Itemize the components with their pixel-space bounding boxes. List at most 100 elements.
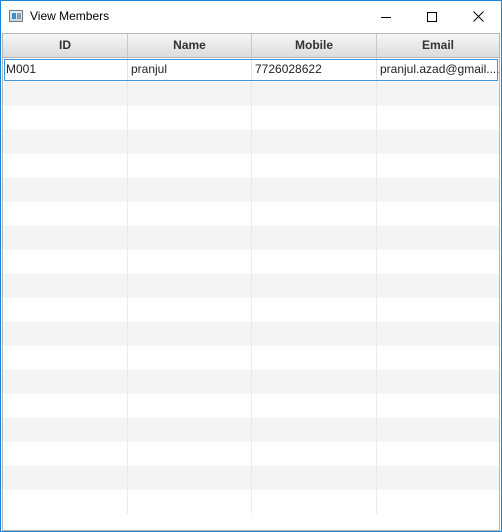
empty-cell (3, 370, 128, 394)
empty-cell (3, 298, 128, 322)
empty-table-row (3, 394, 499, 418)
empty-cell (128, 442, 252, 466)
window-title: View Members (30, 9, 110, 23)
empty-cell (3, 130, 128, 154)
column-header-mobile[interactable]: Mobile (252, 34, 377, 57)
empty-cell (128, 466, 252, 490)
empty-cell (252, 178, 377, 202)
empty-cell (377, 106, 499, 130)
cell-mobile: 7726028622 (252, 58, 377, 82)
empty-table-row (3, 178, 499, 202)
empty-table-row (3, 418, 499, 442)
empty-cell (377, 178, 499, 202)
empty-cell (3, 82, 128, 106)
empty-cell (128, 130, 252, 154)
column-header-email[interactable]: Email (377, 34, 499, 57)
column-header-id[interactable]: ID (3, 34, 128, 57)
table-header: ID Name Mobile Email (3, 34, 499, 58)
empty-cell (252, 130, 377, 154)
empty-cell (3, 250, 128, 274)
empty-cell (252, 346, 377, 370)
empty-cell (3, 226, 128, 250)
empty-cell (252, 154, 377, 178)
empty-cell (377, 442, 499, 466)
empty-cell (128, 298, 252, 322)
empty-table-row (3, 274, 499, 298)
empty-cell (3, 178, 128, 202)
empty-cell (252, 250, 377, 274)
empty-cell (377, 154, 499, 178)
empty-cell (377, 346, 499, 370)
cell-name: pranjul (128, 58, 252, 82)
empty-cell (3, 466, 128, 490)
empty-table-row (3, 82, 499, 106)
empty-cell (128, 82, 252, 106)
empty-cell (128, 322, 252, 346)
empty-cell (377, 202, 499, 226)
empty-cell (3, 442, 128, 466)
empty-cell (128, 346, 252, 370)
empty-table-row (3, 490, 499, 514)
empty-table-row (3, 370, 499, 394)
window-app-icon (9, 10, 23, 22)
empty-table-row (3, 130, 499, 154)
empty-cell (377, 226, 499, 250)
minimize-button[interactable] (363, 1, 409, 32)
empty-cell (128, 226, 252, 250)
empty-cell (377, 250, 499, 274)
empty-cell (252, 394, 377, 418)
empty-cell (252, 106, 377, 130)
empty-cell (3, 346, 128, 370)
close-button[interactable] (455, 1, 501, 32)
empty-cell (252, 490, 377, 514)
table-row[interactable]: M001 pranjul 7726028622 pranjul.azad@gma… (3, 58, 499, 82)
empty-table-row (3, 346, 499, 370)
empty-cell (377, 490, 499, 514)
empty-cell (3, 322, 128, 346)
empty-cell (252, 82, 377, 106)
empty-cell (128, 274, 252, 298)
empty-table-row (3, 226, 499, 250)
empty-table-row (3, 466, 499, 490)
empty-cell (252, 442, 377, 466)
empty-table-row (3, 322, 499, 346)
empty-table-row (3, 298, 499, 322)
empty-cell (128, 154, 252, 178)
empty-cell (3, 418, 128, 442)
empty-cell (128, 202, 252, 226)
empty-cell (252, 298, 377, 322)
empty-cell (128, 394, 252, 418)
maximize-button[interactable] (409, 1, 455, 32)
minimize-icon (381, 16, 391, 18)
empty-cell (128, 370, 252, 394)
close-icon (472, 11, 484, 22)
empty-cell (128, 106, 252, 130)
empty-cell (377, 82, 499, 106)
empty-cell (377, 322, 499, 346)
title-bar[interactable]: View Members (1, 1, 501, 32)
empty-cell (128, 250, 252, 274)
empty-cell (377, 418, 499, 442)
empty-cell (3, 274, 128, 298)
empty-table-row (3, 250, 499, 274)
column-header-name[interactable]: Name (128, 34, 252, 57)
empty-cell (252, 202, 377, 226)
empty-cell (377, 466, 499, 490)
empty-table-row (3, 154, 499, 178)
empty-cell (377, 370, 499, 394)
cell-id: M001 (3, 58, 128, 82)
empty-cell (3, 490, 128, 514)
empty-cell (128, 490, 252, 514)
empty-cell (128, 418, 252, 442)
empty-cell (377, 298, 499, 322)
empty-table-row (3, 442, 499, 466)
empty-cell (252, 226, 377, 250)
members-table[interactable]: ID Name Mobile Email M001 pranjul 772602… (2, 33, 500, 531)
empty-cell (3, 106, 128, 130)
empty-table-row (3, 106, 499, 130)
empty-cell (377, 274, 499, 298)
empty-cell (252, 466, 377, 490)
table-body: M001 pranjul 7726028622 pranjul.azad@gma… (3, 58, 499, 530)
empty-cell (128, 178, 252, 202)
cell-email: pranjul.azad@gmail.... (380, 62, 499, 76)
